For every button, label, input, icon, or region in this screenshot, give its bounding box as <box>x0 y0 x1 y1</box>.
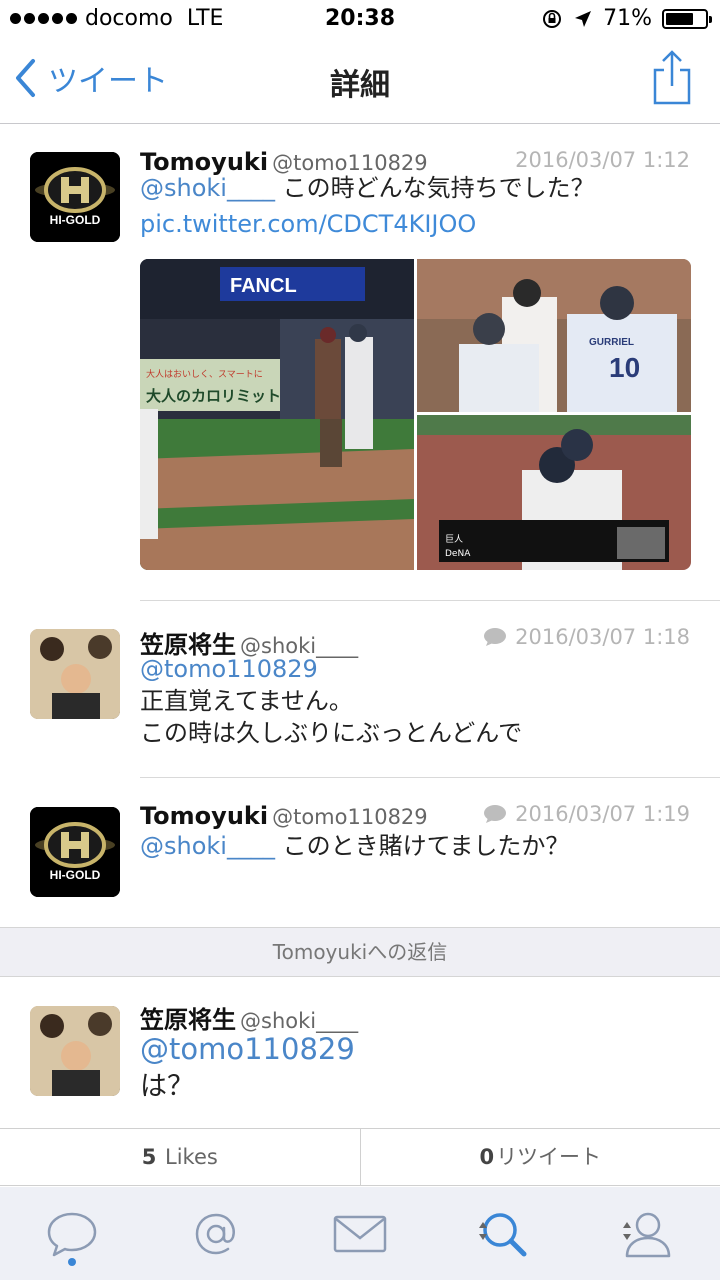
media-image-1[interactable]: FANCL 大人はおいしく、スマートに 大人のカロリミット <box>140 259 414 570</box>
avatar[interactable] <box>30 1006 120 1096</box>
retweets-stat[interactable]: 0リツイート <box>359 1129 720 1185</box>
tweet-text: @shoki____ このとき賭けてましたか？ <box>140 830 569 862</box>
mention-link[interactable]: @tomo110829 <box>140 653 522 685</box>
sort-arrows-icon <box>623 1222 631 1240</box>
mention-link[interactable]: @tomo110829 <box>140 1030 355 1068</box>
tab-profile[interactable] <box>576 1187 720 1280</box>
likes-stat[interactable]: 5 Likes <box>0 1129 360 1185</box>
tweet-2[interactable]: 笠原将生 @shoki____ 2016/03/07 1:18 @tomo1108… <box>0 601 720 777</box>
tweet-date: 2016/03/07 1:19 <box>483 802 690 826</box>
location-icon <box>575 10 592 27</box>
share-icon[interactable] <box>652 50 692 106</box>
svg-text:10: 10 <box>609 352 640 383</box>
avatar[interactable] <box>30 629 120 719</box>
status-right: 71% <box>541 6 712 31</box>
reply-to-header: Tomoyukiへの返信 <box>0 927 720 977</box>
tweet-text: @tomo110829 正直覚えてません。 この時は久しぶりにぶっとんどんで <box>140 653 522 749</box>
tab-timeline[interactable] <box>0 1187 144 1280</box>
tweet-date: 2016/03/07 1:12 <box>515 148 690 172</box>
user-photo <box>30 1006 120 1096</box>
tweet-body-line-2: この時は久しぶりにぶっとんどんで <box>140 719 523 747</box>
battery-fill <box>666 12 693 25</box>
avatar[interactable]: HI-GOLD <box>30 807 120 897</box>
tweet-date: 2016/03/07 1:18 <box>483 625 690 649</box>
tab-bar <box>0 1187 720 1280</box>
status-bar: docomo LTE 20:38 71% <box>0 0 720 40</box>
tweet-media-grid[interactable]: FANCL 大人はおいしく、スマートに 大人のカロリミット 10 GURRIEL… <box>140 259 691 570</box>
svg-text:HI-GOLD: HI-GOLD <box>50 213 101 227</box>
envelope-icon <box>333 1215 387 1252</box>
svg-text:大人はおいしく、スマートに: 大人はおいしく、スマートに <box>146 368 263 380</box>
svg-text:大人のカロリミット: 大人のカロリミット <box>146 387 281 405</box>
likes-label: Likes <box>165 1145 218 1169</box>
svg-text:GURRIEL: GURRIEL <box>589 337 634 348</box>
likes-count: 5 <box>141 1145 157 1169</box>
avatar[interactable]: HI-GOLD <box>30 152 120 242</box>
sort-arrows-icon <box>479 1222 487 1240</box>
tweet-date-text: 2016/03/07 1:19 <box>515 802 690 826</box>
main-tweet[interactable]: 笠原将生 @shoki____ @tomo110829 は？ <box>0 978 720 1128</box>
reply-bubble-icon <box>484 628 507 646</box>
media-image-2[interactable]: 10 GURRIEL <box>417 259 691 412</box>
retweets-label: リツイート <box>496 1145 602 1169</box>
tweet-media-link[interactable]: pic.twitter.com/CDCT4KIJOO <box>140 210 476 238</box>
nav-bar: ツイート 詳細 <box>0 40 720 124</box>
svg-text:DeNA: DeNA <box>445 549 471 559</box>
tab-mentions[interactable] <box>144 1187 288 1280</box>
tweet-author[interactable]: Tomoyuki @tomo110829 <box>140 802 428 830</box>
reply-bubble-icon <box>484 805 507 823</box>
tweet-body: このとき賭けてましたか？ <box>282 832 570 860</box>
svg-text:HI-GOLD: HI-GOLD <box>50 868 101 882</box>
tweet-date-text: 2016/03/07 1:12 <box>515 148 690 172</box>
tweet-stats: 5 Likes 0リツイート <box>0 1128 720 1186</box>
mention-link[interactable]: @shoki____ <box>140 832 275 860</box>
speech-bubble-icon <box>47 1212 97 1256</box>
hi-gold-logo: HI-GOLD <box>30 152 120 242</box>
author-handle: @tomo110829 <box>272 805 428 829</box>
user-photo <box>30 629 120 719</box>
rotation-lock-icon <box>543 9 562 28</box>
tweet-text: @shoki____ この時どんな気持ちでした？ <box>140 172 595 204</box>
active-tab-indicator <box>68 1258 76 1266</box>
hi-gold-logo: HI-GOLD <box>30 807 120 897</box>
tab-search[interactable] <box>432 1187 576 1280</box>
media-image-3[interactable]: 巨人 DeNA <box>417 415 691 570</box>
page-title: 詳細 <box>330 68 390 103</box>
tweet-3[interactable]: HI-GOLD Tomoyuki @tomo110829 2016/03/07 1… <box>0 778 720 927</box>
tweet-body: は？ <box>140 1071 194 1102</box>
battery-icon <box>662 8 712 29</box>
author-name: Tomoyuki <box>140 802 269 830</box>
retweets-count: 0 <box>479 1145 495 1169</box>
battery-percent: 71% <box>603 6 652 31</box>
tweet-body: この時どんな気持ちでした？ <box>282 174 595 202</box>
tweet-date-text: 2016/03/07 1:18 <box>515 625 690 649</box>
at-sign-icon <box>195 1213 235 1254</box>
svg-text:FANCL: FANCL <box>230 275 297 297</box>
tab-messages[interactable] <box>288 1187 432 1280</box>
tweet-text: @tomo110829 は？ <box>140 1030 355 1106</box>
tweet-body-line-1: 正直覚えてません。 <box>140 687 353 715</box>
svg-text:巨人: 巨人 <box>445 534 463 545</box>
mention-link[interactable]: @shoki____ <box>140 174 275 202</box>
